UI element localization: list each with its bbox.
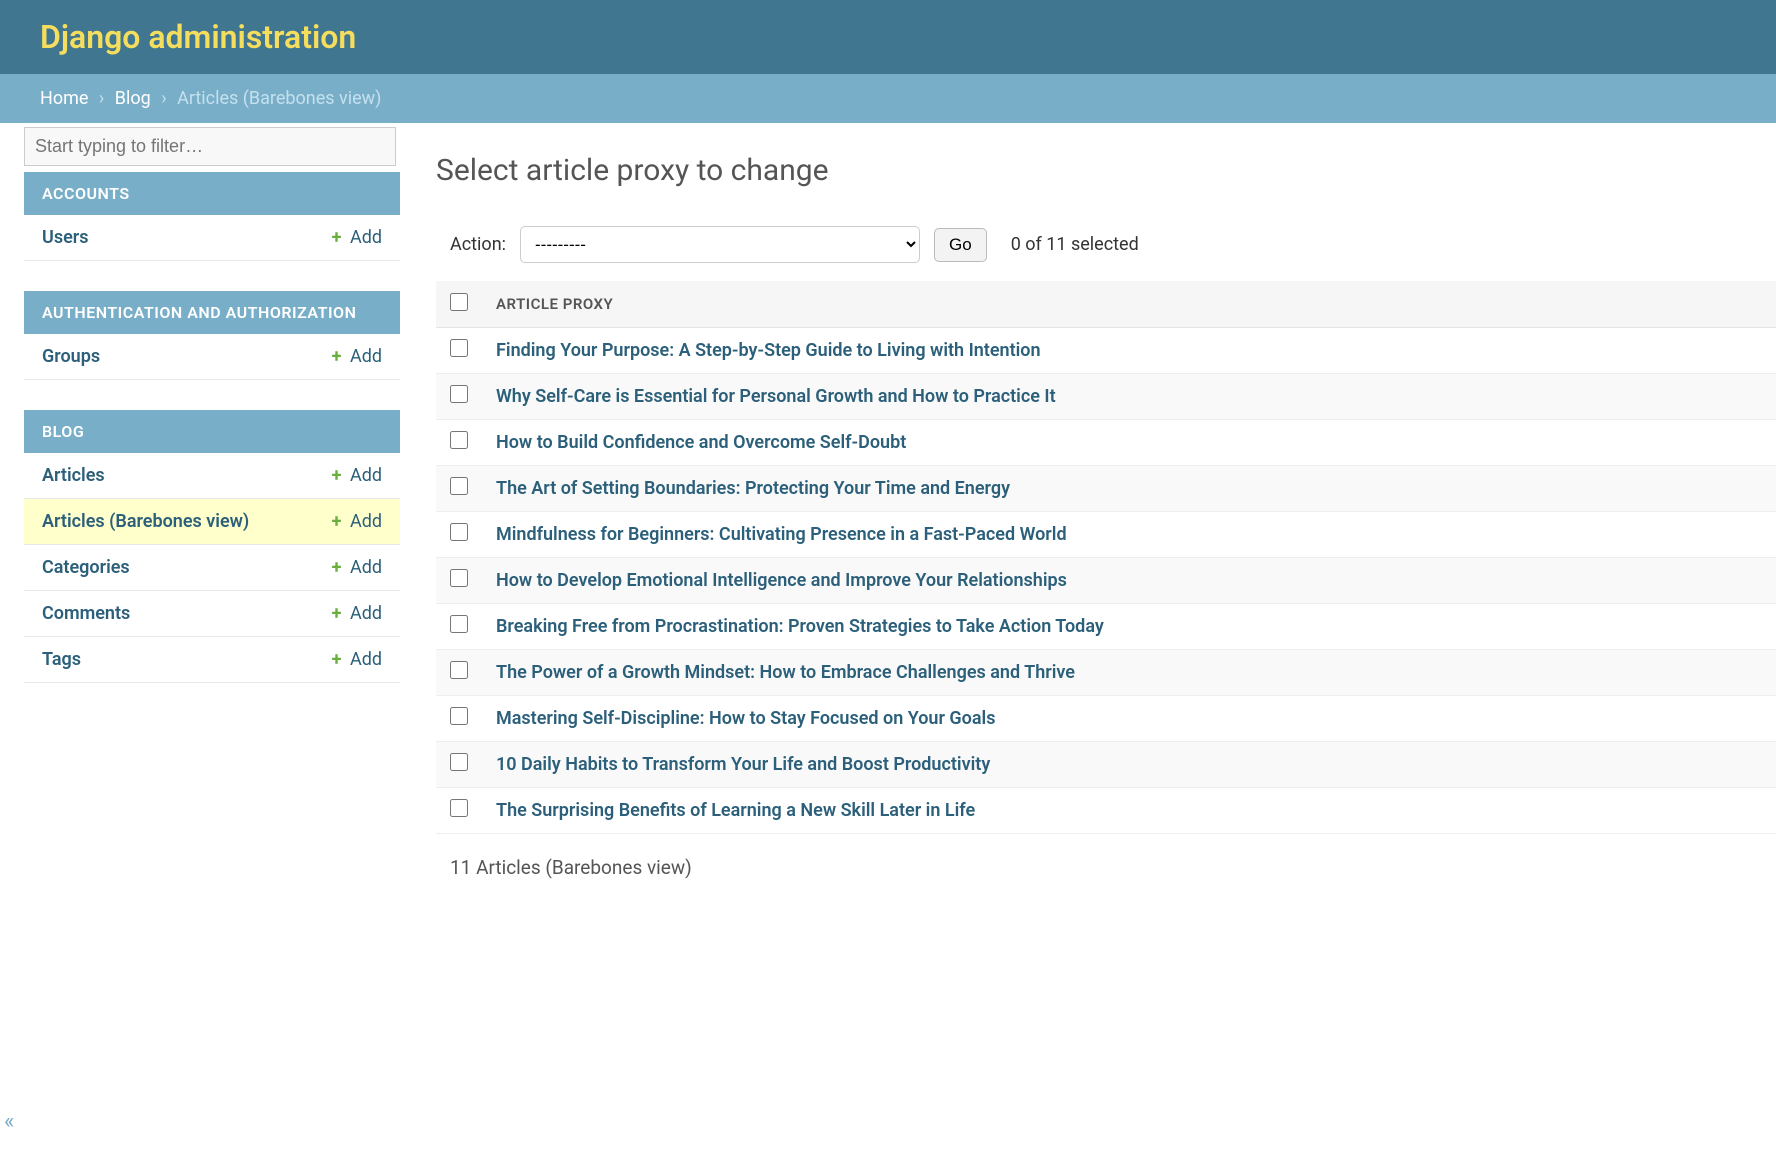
sidebar-add-link[interactable]: + Add bbox=[332, 465, 382, 486]
actions-bar: Action: --------- Go 0 of 11 selected bbox=[436, 226, 1776, 263]
table-row: Breaking Free from Procrastination: Prov… bbox=[436, 604, 1776, 650]
table-row: The Art of Setting Boundaries: Protectin… bbox=[436, 466, 1776, 512]
row-checkbox[interactable] bbox=[450, 569, 468, 587]
row-checkbox[interactable] bbox=[450, 661, 468, 679]
sidebar-module: ACCOUNTS Users + Add bbox=[0, 172, 400, 261]
sidebar-model-link[interactable]: Articles bbox=[42, 465, 105, 486]
breadcrumb-separator: › bbox=[93, 88, 110, 109]
sidebar-model-row: Tags + Add bbox=[24, 637, 400, 683]
sidebar-add-link[interactable]: + Add bbox=[332, 227, 382, 248]
plus-icon: + bbox=[332, 346, 342, 367]
breadcrumb-current: Articles (Barebones view) bbox=[177, 88, 381, 109]
results-table: ARTICLE PROXY Finding Your Purpose: A St… bbox=[436, 281, 1776, 834]
sidebar-filter-input[interactable] bbox=[24, 127, 396, 166]
sidebar-add-link[interactable]: + Add bbox=[332, 346, 382, 367]
action-label: Action: bbox=[450, 234, 506, 255]
row-link[interactable]: How to Build Confidence and Overcome Sel… bbox=[496, 432, 906, 453]
select-all-checkbox[interactable] bbox=[450, 293, 468, 311]
go-button[interactable]: Go bbox=[934, 228, 987, 262]
sidebar-model-row: Groups + Add bbox=[24, 334, 400, 380]
plus-icon: + bbox=[332, 465, 342, 486]
row-link[interactable]: The Surprising Benefits of Learning a Ne… bbox=[496, 800, 975, 821]
row-checkbox[interactable] bbox=[450, 477, 468, 495]
sidebar-module-caption[interactable]: ACCOUNTS bbox=[24, 172, 400, 215]
table-row: Why Self-Care is Essential for Personal … bbox=[436, 374, 1776, 420]
row-checkbox[interactable] bbox=[450, 615, 468, 633]
sidebar-add-link[interactable]: + Add bbox=[332, 557, 382, 578]
plus-icon: + bbox=[332, 511, 342, 532]
sidebar-model-link[interactable]: Comments bbox=[42, 603, 130, 624]
select-all-header bbox=[436, 281, 482, 328]
row-checkbox[interactable] bbox=[450, 799, 468, 817]
row-link[interactable]: The Power of a Growth Mindset: How to Em… bbox=[496, 662, 1075, 683]
row-checkbox[interactable] bbox=[450, 385, 468, 403]
breadcrumb-home[interactable]: Home bbox=[40, 88, 88, 109]
breadcrumb-app[interactable]: Blog bbox=[115, 88, 151, 109]
selection-count: 0 of 11 selected bbox=[1011, 234, 1139, 255]
sidebar-model-row: Users + Add bbox=[24, 215, 400, 261]
sidebar-model-row: Articles (Barebones view) + Add bbox=[24, 499, 400, 545]
table-row: Mastering Self-Discipline: How to Stay F… bbox=[436, 696, 1776, 742]
plus-icon: + bbox=[332, 649, 342, 670]
table-row: 10 Daily Habits to Transform Your Life a… bbox=[436, 742, 1776, 788]
sidebar-module: AUTHENTICATION AND AUTHORIZATION Groups + … bbox=[0, 291, 400, 380]
row-link[interactable]: 10 Daily Habits to Transform Your Life a… bbox=[496, 754, 990, 775]
sidebar-module-caption[interactable]: AUTHENTICATION AND AUTHORIZATION bbox=[24, 291, 400, 334]
row-checkbox[interactable] bbox=[450, 523, 468, 541]
sidebar-model-row: Comments + Add bbox=[24, 591, 400, 637]
sidebar-model-link[interactable]: Articles (Barebones view) bbox=[42, 511, 249, 532]
sidebar-model-link[interactable]: Groups bbox=[42, 346, 100, 367]
paginator: 11 Articles (Barebones view) bbox=[436, 834, 1776, 879]
sidebar-add-link[interactable]: + Add bbox=[332, 603, 382, 624]
row-link[interactable]: Breaking Free from Procrastination: Prov… bbox=[496, 616, 1104, 637]
action-select[interactable]: --------- bbox=[520, 226, 920, 263]
row-link[interactable]: Finding Your Purpose: A Step-by-Step Gui… bbox=[496, 340, 1041, 361]
site-header: Django administration bbox=[0, 0, 1776, 74]
column-header-article-proxy[interactable]: ARTICLE PROXY bbox=[482, 281, 1776, 328]
sidebar-add-link[interactable]: + Add bbox=[332, 511, 382, 532]
sidebar-model-row: Articles + Add bbox=[24, 453, 400, 499]
row-link[interactable]: How to Develop Emotional Intelligence an… bbox=[496, 570, 1067, 591]
plus-icon: + bbox=[332, 227, 342, 248]
sidebar-model-link[interactable]: Users bbox=[42, 227, 89, 248]
table-row: How to Build Confidence and Overcome Sel… bbox=[436, 420, 1776, 466]
sidebar-module-caption[interactable]: BLOG bbox=[24, 410, 400, 453]
sidebar-model-link[interactable]: Categories bbox=[42, 557, 130, 578]
table-row: The Surprising Benefits of Learning a Ne… bbox=[436, 788, 1776, 834]
table-row: Finding Your Purpose: A Step-by-Step Gui… bbox=[436, 328, 1776, 374]
sidebar-collapse-icon[interactable]: « bbox=[0, 1105, 18, 1138]
table-row: Mindfulness for Beginners: Cultivating P… bbox=[436, 512, 1776, 558]
sidebar-add-link[interactable]: + Add bbox=[332, 649, 382, 670]
row-link[interactable]: Mindfulness for Beginners: Cultivating P… bbox=[496, 524, 1067, 545]
row-link[interactable]: Mastering Self-Discipline: How to Stay F… bbox=[496, 708, 995, 729]
plus-icon: + bbox=[332, 557, 342, 578]
table-row: The Power of a Growth Mindset: How to Em… bbox=[436, 650, 1776, 696]
row-link[interactable]: The Art of Setting Boundaries: Protectin… bbox=[496, 478, 1010, 499]
breadcrumb-separator: › bbox=[155, 88, 172, 109]
plus-icon: + bbox=[332, 603, 342, 624]
main-content: Select article proxy to change Action: -… bbox=[400, 123, 1776, 909]
row-checkbox[interactable] bbox=[450, 339, 468, 357]
breadcrumbs: Home › Blog › Articles (Barebones view) bbox=[0, 74, 1776, 123]
page-title: Select article proxy to change bbox=[436, 153, 1776, 188]
row-checkbox[interactable] bbox=[450, 753, 468, 771]
row-link[interactable]: Why Self-Care is Essential for Personal … bbox=[496, 386, 1056, 407]
sidebar: ACCOUNTSUsers+ AddAUTHENTICATION AND AUT… bbox=[0, 123, 400, 909]
sidebar-model-link[interactable]: Tags bbox=[42, 649, 81, 670]
sidebar-model-row: Categories + Add bbox=[24, 545, 400, 591]
sidebar-module: BLOGArticles+ AddArticles (Barebones vie… bbox=[0, 410, 400, 683]
row-checkbox[interactable] bbox=[450, 431, 468, 449]
row-checkbox[interactable] bbox=[450, 707, 468, 725]
site-title[interactable]: Django administration bbox=[40, 18, 356, 56]
table-row: How to Develop Emotional Intelligence an… bbox=[436, 558, 1776, 604]
